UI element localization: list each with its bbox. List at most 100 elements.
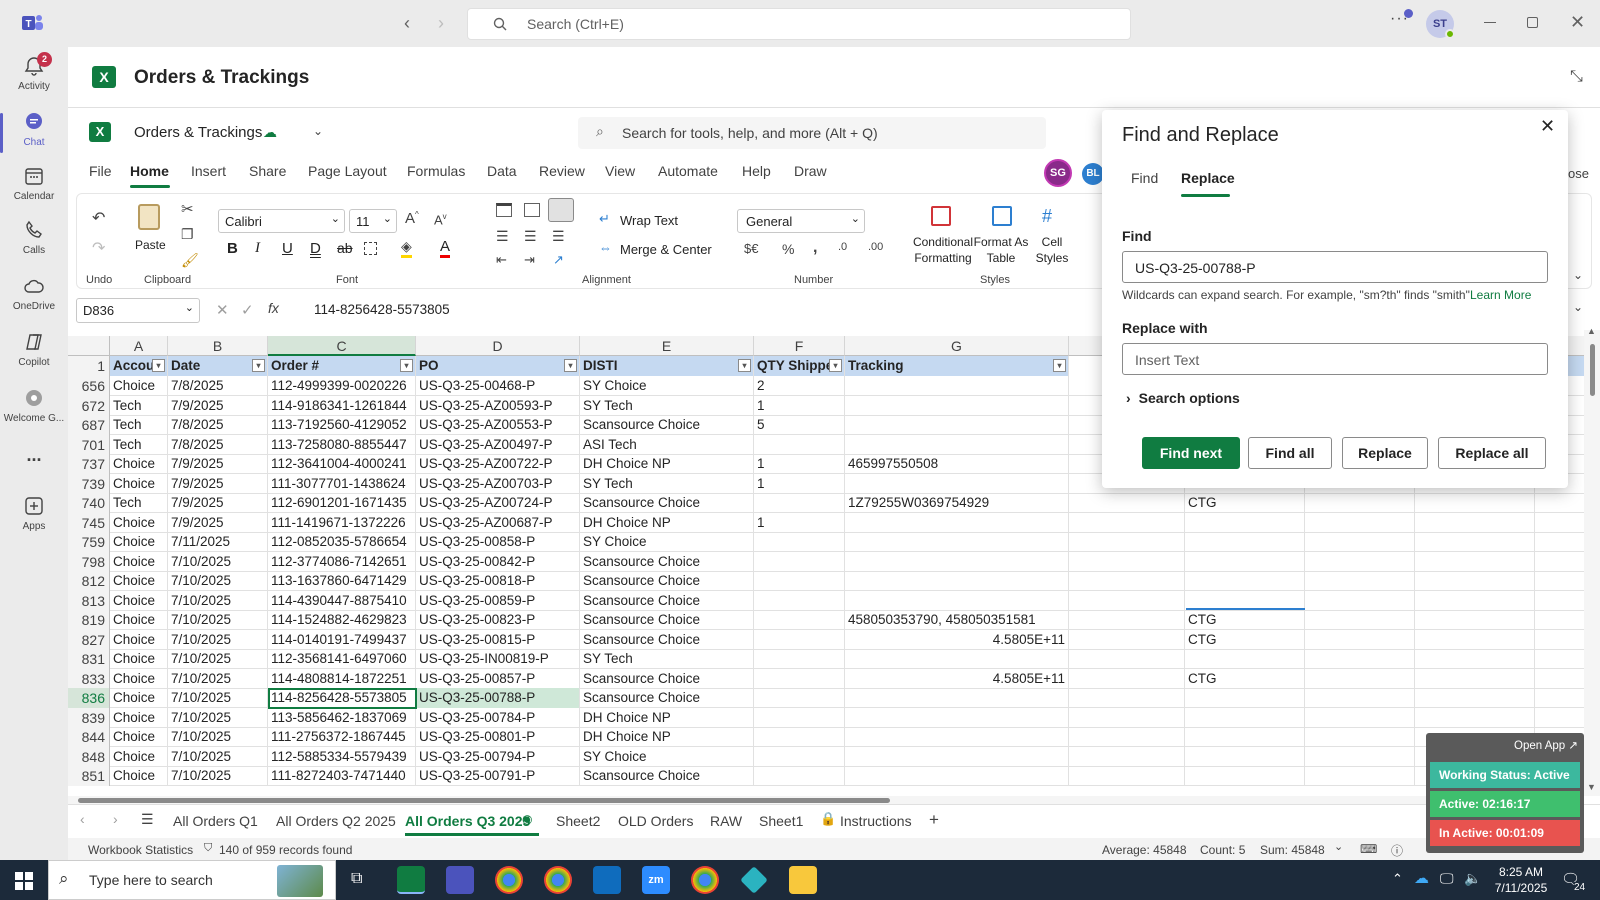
- table-cell[interactable]: 7/10/2025: [168, 707, 268, 728]
- column-header-cell[interactable]: DISTI ▾: [580, 356, 754, 376]
- table-row[interactable]: 839 Choice 7/10/2025 113-5856462-1837069 US-…: [68, 707, 1600, 728]
- sheet-tab[interactable]: Sheet2: [556, 813, 600, 829]
- scroll-thumb[interactable]: [1590, 344, 1595, 396]
- enter-formula-icon[interactable]: ✓: [241, 301, 254, 319]
- formula-expand-icon[interactable]: ⌄: [1573, 300, 1583, 314]
- conditional-formatting-button[interactable]: Conditional Formatting: [903, 234, 983, 266]
- row-number[interactable]: 851: [68, 766, 110, 786]
- table-cell[interactable]: [1305, 766, 1415, 786]
- increase-indent-icon[interactable]: ⇥: [524, 252, 535, 268]
- column-header-e[interactable]: E: [580, 336, 754, 356]
- row-number[interactable]: 812: [68, 571, 110, 591]
- filter-dropdown-icon[interactable]: ▾: [400, 359, 413, 372]
- table-cell[interactable]: CTG: [1185, 493, 1305, 513]
- row-number[interactable]: 656: [68, 376, 110, 396]
- table-row[interactable]: 848 Choice 7/10/2025 112-5885334-5579439 US-…: [68, 746, 1600, 767]
- sheet-tab-active[interactable]: All Orders Q3 2025: [405, 813, 530, 829]
- table-cell[interactable]: [845, 415, 1069, 435]
- table-cell[interactable]: SY Choice: [580, 376, 754, 396]
- table-cell[interactable]: 7/10/2025: [168, 551, 268, 572]
- table-cell[interactable]: [1305, 590, 1415, 611]
- filter-dropdown-icon[interactable]: ▾: [829, 359, 842, 372]
- teams-search-box[interactable]: Search (Ctrl+E): [467, 8, 1131, 40]
- table-cell[interactable]: Tech: [110, 395, 168, 416]
- table-cell[interactable]: US-Q3-25-AZ00724-P: [416, 493, 580, 513]
- table-cell[interactable]: 4.5805E+11: [845, 629, 1069, 650]
- row-number[interactable]: 1: [68, 356, 110, 376]
- table-cell[interactable]: [1415, 707, 1535, 728]
- cancel-formula-icon[interactable]: ✕: [216, 301, 229, 319]
- table-cell[interactable]: US-Q3-25-00857-P: [416, 668, 580, 689]
- column-header-b[interactable]: B: [168, 336, 268, 356]
- comma-icon[interactable]: ,: [813, 239, 817, 257]
- filter-dropdown-icon[interactable]: ▾: [564, 359, 577, 372]
- currency-icon[interactable]: $€: [744, 241, 758, 256]
- table-cell[interactable]: Choice: [110, 746, 168, 767]
- table-cell[interactable]: US-Q3-25-00468-P: [416, 376, 580, 396]
- row-number[interactable]: 701: [68, 434, 110, 455]
- percent-icon[interactable]: %: [782, 241, 794, 257]
- table-cell[interactable]: [1305, 629, 1415, 650]
- table-cell[interactable]: [754, 629, 845, 650]
- table-cell[interactable]: [845, 512, 1069, 533]
- table-cell[interactable]: [1305, 532, 1415, 552]
- table-cell[interactable]: DH Choice NP: [580, 727, 754, 747]
- table-cell[interactable]: 112-3641004-4000241: [268, 454, 416, 474]
- table-cell[interactable]: US-Q3-25-AZ00553-P: [416, 415, 580, 435]
- table-cell[interactable]: [1415, 532, 1535, 552]
- close-window-icon[interactable]: ✕: [1570, 12, 1585, 33]
- table-row[interactable]: 833 Choice 7/10/2025 114-4808814-1872251 US-…: [68, 668, 1600, 689]
- volume-icon[interactable]: 🔈: [1464, 870, 1481, 887]
- table-cell[interactable]: SY Choice: [580, 746, 754, 767]
- table-cell[interactable]: Tech: [110, 434, 168, 455]
- table-cell[interactable]: [1069, 688, 1185, 708]
- table-cell[interactable]: [754, 707, 845, 728]
- table-cell[interactable]: [1185, 551, 1305, 572]
- table-cell[interactable]: Tech: [110, 493, 168, 513]
- table-cell[interactable]: [1069, 629, 1185, 650]
- tools-search-box[interactable]: ⌕ Search for tools, help, and more (Alt …: [578, 117, 1046, 149]
- filter-dropdown-icon[interactable]: ▾: [152, 359, 165, 372]
- tab-formulas[interactable]: Formulas: [407, 163, 465, 179]
- format-as-table-button[interactable]: Format As Table: [972, 234, 1030, 266]
- table-cell[interactable]: 114-4390447-8875410: [268, 590, 416, 611]
- find-next-button[interactable]: Find next: [1142, 437, 1240, 469]
- table-cell[interactable]: 1: [754, 454, 845, 474]
- table-cell[interactable]: Choice: [110, 629, 168, 650]
- table-cell[interactable]: 4.5805E+11: [845, 668, 1069, 689]
- presence-avatar-bl[interactable]: BL: [1082, 163, 1104, 185]
- cut-icon[interactable]: ✂: [181, 200, 194, 218]
- insert-function-icon[interactable]: fx: [268, 300, 279, 316]
- rail-activity[interactable]: Activity 2: [0, 52, 68, 92]
- table-cell[interactable]: 1Z79255W0369754929: [845, 493, 1069, 513]
- table-row[interactable]: 819 Choice 7/10/2025 114-1524882-4629823 US-…: [68, 610, 1600, 630]
- table-cell[interactable]: [845, 746, 1069, 767]
- table-cell[interactable]: 1: [754, 395, 845, 416]
- table-cell[interactable]: [1415, 493, 1535, 513]
- back-arrow-icon[interactable]: ‹: [404, 13, 410, 34]
- table-cell[interactable]: 111-2756372-1867445: [268, 727, 416, 747]
- table-cell[interactable]: [1415, 688, 1535, 708]
- sheet-tab[interactable]: OLD Orders: [618, 813, 693, 829]
- table-cell[interactable]: 7/10/2025: [168, 668, 268, 689]
- table-cell[interactable]: SY Tech: [580, 473, 754, 494]
- excel-taskbar-icon[interactable]: [397, 866, 425, 894]
- table-cell[interactable]: 111-3077701-1438624: [268, 473, 416, 494]
- close-partial-button[interactable]: ose: [1568, 166, 1589, 181]
- table-cell[interactable]: [754, 434, 845, 455]
- table-cell[interactable]: Scansource Choice: [580, 493, 754, 513]
- sheet-tab[interactable]: RAW: [710, 813, 742, 829]
- orientation-icon[interactable]: ↗: [553, 252, 564, 268]
- align-top-icon[interactable]: [496, 203, 512, 217]
- table-cell[interactable]: US-Q3-25-00823-P: [416, 610, 580, 630]
- table-cell[interactable]: 7/10/2025: [168, 590, 268, 611]
- table-cell[interactable]: [1185, 766, 1305, 786]
- collapse-icon[interactable]: ⤡: [1570, 68, 1583, 86]
- table-row[interactable]: 851 Choice 7/10/2025 111-8272403-7471440 US-…: [68, 766, 1600, 786]
- formula-input[interactable]: 114-8256428-5573805: [314, 302, 450, 317]
- table-row[interactable]: 798 Choice 7/10/2025 112-3774086-7142651 US-…: [68, 551, 1600, 572]
- table-cell[interactable]: [1415, 668, 1535, 689]
- table-row[interactable]: 827 Choice 7/10/2025 114-0140191-7499437 US-…: [68, 629, 1600, 650]
- tab-data[interactable]: Data: [487, 163, 517, 179]
- learn-more-link[interactable]: Learn More: [1470, 288, 1531, 302]
